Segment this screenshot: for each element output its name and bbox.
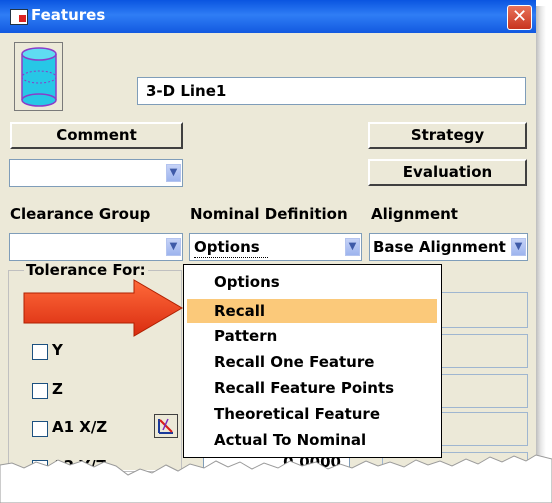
window-icon	[10, 9, 28, 25]
window-shadow	[536, 6, 546, 461]
focus-indicator	[194, 257, 268, 258]
torn-edge	[0, 454, 552, 503]
alignment-combo-value: Base Alignment	[373, 238, 506, 256]
menu-item-recall-feature-points[interactable]: Recall Feature Points	[187, 376, 437, 400]
tolerance-z-label: Z	[52, 380, 63, 398]
comment-combo[interactable]: ▼	[9, 159, 183, 187]
right-field-3	[438, 374, 528, 408]
menu-item-recall-one-feature[interactable]: Recall One Feature	[187, 350, 437, 374]
nominal-combo-value: Options	[194, 238, 260, 256]
window-title: Features	[31, 6, 106, 24]
red-pointer-arrow	[23, 279, 183, 337]
tolerance-y-label: Y	[52, 341, 63, 359]
title-bar[interactable]: Features ✕	[0, 0, 536, 33]
tolerance-z-checkbox[interactable]	[32, 383, 48, 399]
cylinder-feature-icon	[14, 42, 63, 111]
evaluation-button[interactable]: Evaluation	[368, 159, 527, 186]
close-button[interactable]: ✕	[507, 5, 532, 30]
chevron-down-icon[interactable]: ▼	[345, 238, 360, 256]
right-field-2	[438, 334, 528, 368]
right-field-1	[438, 292, 528, 328]
nominal-definition-label: Nominal Definition	[190, 205, 348, 223]
feature-name-text: 3-D Line1	[146, 82, 227, 100]
chevron-down-icon[interactable]: ▼	[166, 164, 181, 182]
menu-item-recall[interactable]: Recall	[187, 299, 437, 323]
menu-item-pattern[interactable]: Pattern	[187, 324, 437, 348]
clearance-group-label: Clearance Group	[10, 205, 151, 223]
alignment-label: Alignment	[371, 205, 458, 223]
alignment-combo[interactable]: Base Alignment ▼	[369, 233, 528, 261]
clearance-group-combo[interactable]: ▼	[9, 233, 183, 261]
menu-item-options[interactable]: Options	[187, 270, 437, 294]
features-window: Features ✕ 3-D Line1 Comment Strategy ▼ …	[0, 0, 536, 478]
comment-button[interactable]: Comment	[10, 122, 183, 149]
chevron-down-icon[interactable]: ▼	[511, 238, 526, 256]
menu-item-theoretical-feature[interactable]: Theoretical Feature	[187, 402, 437, 426]
nominal-definition-menu: Options Recall Pattern Recall One Featur…	[183, 264, 442, 458]
chevron-down-icon[interactable]: ▼	[166, 238, 181, 256]
strategy-button[interactable]: Strategy	[368, 122, 527, 149]
tolerance-y-checkbox[interactable]	[32, 344, 48, 360]
tolerance-for-label: Tolerance For:	[24, 261, 148, 279]
tolerance-a1-label: A1 X/Z	[52, 418, 108, 436]
feature-name-field[interactable]: 3-D Line1	[137, 77, 526, 105]
